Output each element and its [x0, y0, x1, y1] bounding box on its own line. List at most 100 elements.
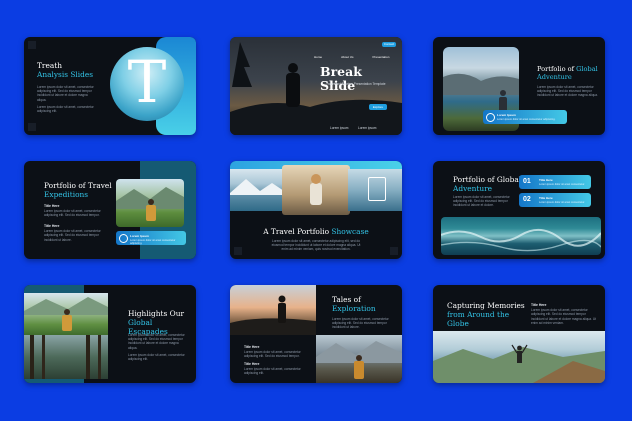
card-title: Lorem Ipsum: [130, 234, 149, 238]
slide-title: Portfolio of Global Adventure: [453, 175, 525, 193]
card-text: Lorem ipsum dolor sit amet consectetur a…: [497, 117, 556, 121]
card-text: Lorem ipsum dolor sit amet consectetur.: [539, 200, 585, 204]
location-icon: [119, 234, 128, 243]
title-line: Treath: [37, 61, 62, 70]
phone-photo-scene: [348, 169, 402, 211]
card-title: Title Here: [539, 178, 553, 182]
dot-pattern: [234, 247, 242, 255]
slide-body: Lorem ipsum dolor sit amet, consectetur …: [537, 85, 598, 98]
numbered-card-1[interactable]: 01 Title Here Lorem ipsum dolor sit amet…: [519, 175, 591, 189]
slide-body: Lorem ipsum dolor sit amet, consectetur …: [128, 333, 185, 350]
hiker-figure: [24, 297, 108, 331]
title-line: Portfolio of Travel: [44, 181, 112, 190]
info-card[interactable]: Lorem Ipsum Lorem ipsum dolor sit amet c…: [483, 110, 567, 124]
item-text: Lorem ipsum dolor sit amet, consectetur …: [44, 229, 101, 242]
item-title: Title Here: [44, 224, 60, 228]
slide-tales-exploration[interactable]: Tales of Exploration Lorem ipsum dolor s…: [230, 285, 402, 383]
slide-global-escapades[interactable]: Highlights Our Global Escapades Lorem ip…: [24, 285, 196, 383]
nav-home[interactable]: Home: [314, 55, 322, 59]
title-accent: Expeditions: [44, 190, 89, 199]
card-title: Lorem Ipsum: [497, 113, 516, 117]
title-line: Portfolio of: [537, 65, 575, 73]
slide-body: Title Here Lorem ipsum dolor sit amet, c…: [244, 345, 310, 359]
slide-title: Tales of Exploration: [332, 295, 398, 313]
title-line: Tales of: [332, 295, 361, 304]
item-title: Title Here: [531, 303, 547, 307]
title-accent: Showcase: [331, 227, 369, 236]
slide-title: Highlights Our Global Escapades: [128, 309, 194, 336]
slide-body: Title Here Lorem ipsum dolor sit amet, c…: [44, 224, 104, 242]
nav-presentation[interactable]: Presentation: [373, 55, 390, 59]
traveler-photo: [282, 165, 350, 215]
card-text: Lorem ipsum dolor sit amet consectetur.: [539, 182, 585, 186]
forest-photo: [24, 335, 108, 379]
title-main: A Travel Portfolio: [263, 227, 330, 236]
location-icon: [486, 113, 495, 122]
slide-body: Lorem ipsum dolor sit amet, consectetur …: [271, 239, 361, 252]
slide-body: Lorem ipsum dolor sit amet, consectetur …: [453, 195, 510, 208]
item-title: Title Here: [44, 204, 60, 208]
slide-title: Break Slide: [320, 64, 362, 93]
wave-foam: [441, 228, 601, 252]
dot-pattern: [28, 41, 36, 49]
hiker-valley-photo: [24, 293, 108, 335]
slide-capturing-memories[interactable]: Capturing Memories from Around the Globe…: [433, 285, 605, 383]
slide-body: Lorem ipsum dolor sit amet, consectetur …: [332, 317, 389, 330]
title-accent: from Around the Globe: [447, 310, 510, 328]
title-accent: Analysis Slides: [37, 70, 94, 79]
hiker-arms-raised: [433, 344, 605, 383]
numbered-card-2[interactable]: 02 Title Here Lorem ipsum dolor sit amet…: [519, 193, 591, 207]
mountain-summit-photo: [433, 331, 605, 383]
sunset-man-photo: [230, 285, 316, 335]
item-text: Lorem ipsum dolor sit amet, consectetur …: [244, 367, 301, 376]
slide-body: Title Here Lorem ipsum dolor sit amet, c…: [44, 204, 104, 218]
explore-button[interactable]: Explore: [369, 104, 387, 110]
slide-title: Capturing Memories from Around the Globe: [447, 301, 533, 328]
traveler-figure: [310, 174, 322, 205]
mountain-hiker-photo: [116, 179, 184, 227]
hiker-figure: [316, 341, 402, 379]
card-text: Lorem ipsum dolor sit amet consectetur a…: [130, 238, 176, 245]
man-silhouette: [230, 295, 316, 335]
mountain-hiker-photo: [316, 335, 402, 383]
nav-contact-button[interactable]: Contact: [382, 42, 396, 47]
dot-pattern: [390, 247, 398, 255]
title-line: Highlights Our: [128, 309, 184, 318]
footer-text: Lorem ipsum: [330, 126, 349, 130]
slide-title: A Travel Portfolio Showcase: [230, 227, 402, 236]
item-title: Title Here: [244, 345, 260, 349]
ocean-waves-photo: [441, 217, 601, 255]
card-number: 01: [523, 177, 531, 185]
title-line: Capturing Memories: [447, 301, 525, 310]
info-card[interactable]: Lorem Ipsum Lorem ipsum dolor sit amet c…: [116, 231, 186, 245]
card-title: Title Here: [539, 196, 553, 200]
item-title: Title Here: [244, 362, 260, 366]
tree-trunks: [30, 335, 101, 379]
title-line: Portfolio of Global: [453, 175, 522, 184]
slide-body: Title Here Lorem ipsum dolor sit amet, c…: [244, 362, 310, 376]
footer-text: Lorem ipsum: [358, 126, 377, 130]
template-preview-grid: Treath Analysis Slides Lorem ipsum dolor…: [0, 0, 632, 421]
slide-global-adventure-numbered[interactable]: Portfolio of Global Adventure Lorem ipsu…: [433, 161, 605, 259]
slide-treath-analysis[interactable]: Treath Analysis Slides Lorem ipsum dolor…: [24, 37, 196, 135]
slide-body: Lorem ipsum dolor sit amet, consectetur …: [128, 353, 185, 362]
slide-break[interactable]: Home About Us Presentation Contact Break…: [230, 37, 402, 135]
slide-global-adventure[interactable]: Portfolio of Global Adventure Lorem ipsu…: [433, 37, 605, 135]
item-text: Lorem ipsum dolor sit amet, consectetur …: [244, 350, 301, 359]
title-accent: Adventure: [453, 184, 493, 193]
slide-body: Title Here Lorem ipsum dolor sit amet, c…: [531, 303, 597, 325]
slide-subtitle: Travel and Tourism Presentation Template: [326, 82, 386, 86]
mountain-shape: [230, 179, 284, 195]
card-number: 02: [523, 195, 531, 203]
phone-frame: [368, 177, 386, 201]
slide-title: Treath Analysis Slides: [37, 61, 107, 79]
slide-body: Lorem ipsum dolor sit amet, consectetur …: [37, 85, 94, 102]
nav-about[interactable]: About Us: [341, 55, 353, 59]
dot-pattern: [28, 123, 36, 131]
slide-portfolio-showcase[interactable]: A Travel Portfolio Showcase Lorem ipsum …: [230, 161, 402, 259]
slide-body: Lorem ipsum dolor sit amet, consectetur …: [37, 105, 94, 114]
slide-title: Portfolio of Global Adventure: [537, 65, 603, 81]
slide-travel-expeditions[interactable]: Portfolio of Travel Expeditions Title He…: [24, 161, 196, 259]
item-text: Lorem ipsum dolor sit amet, consectetur …: [44, 209, 101, 218]
mountain-lake-photo: [230, 169, 284, 211]
